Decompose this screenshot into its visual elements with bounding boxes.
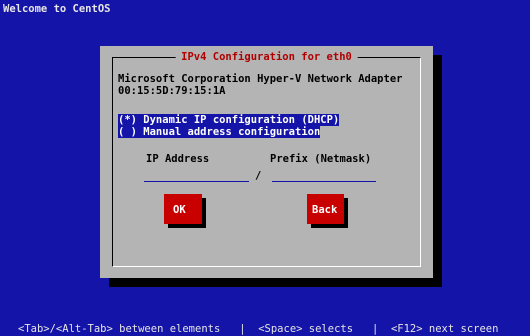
welcome-title: Welcome to CentOS (3, 3, 111, 15)
prefix-label: Prefix (Netmask) (270, 153, 372, 165)
back-button-label: Back (312, 204, 338, 216)
dhcp-radio[interactable]: (*) Dynamic IP configuration (DHCP) (118, 114, 340, 126)
ok-button[interactable]: OK (164, 194, 202, 224)
mac-address: 00:15:5D:79:15:1A (118, 85, 226, 97)
dialog-title: IPv4 Configuration for eth0 (175, 51, 358, 63)
ip-address-field[interactable] (144, 172, 249, 182)
prefix-field[interactable] (272, 172, 376, 182)
manual-radio[interactable]: ( ) Manual address configuration (118, 126, 321, 138)
ok-button-label: OK (173, 204, 186, 216)
field-separator: / (255, 170, 262, 182)
ip-address-label: IP Address (146, 153, 210, 165)
ipv4-config-dialog: IPv4 Configuration for eth0 Microsoft Co… (100, 46, 433, 278)
back-button[interactable]: Back (307, 194, 344, 224)
adapter-name: Microsoft Corporation Hyper-V Network Ad… (118, 73, 403, 85)
status-bar: <Tab>/<Alt-Tab> between elements | <Spac… (18, 323, 499, 335)
